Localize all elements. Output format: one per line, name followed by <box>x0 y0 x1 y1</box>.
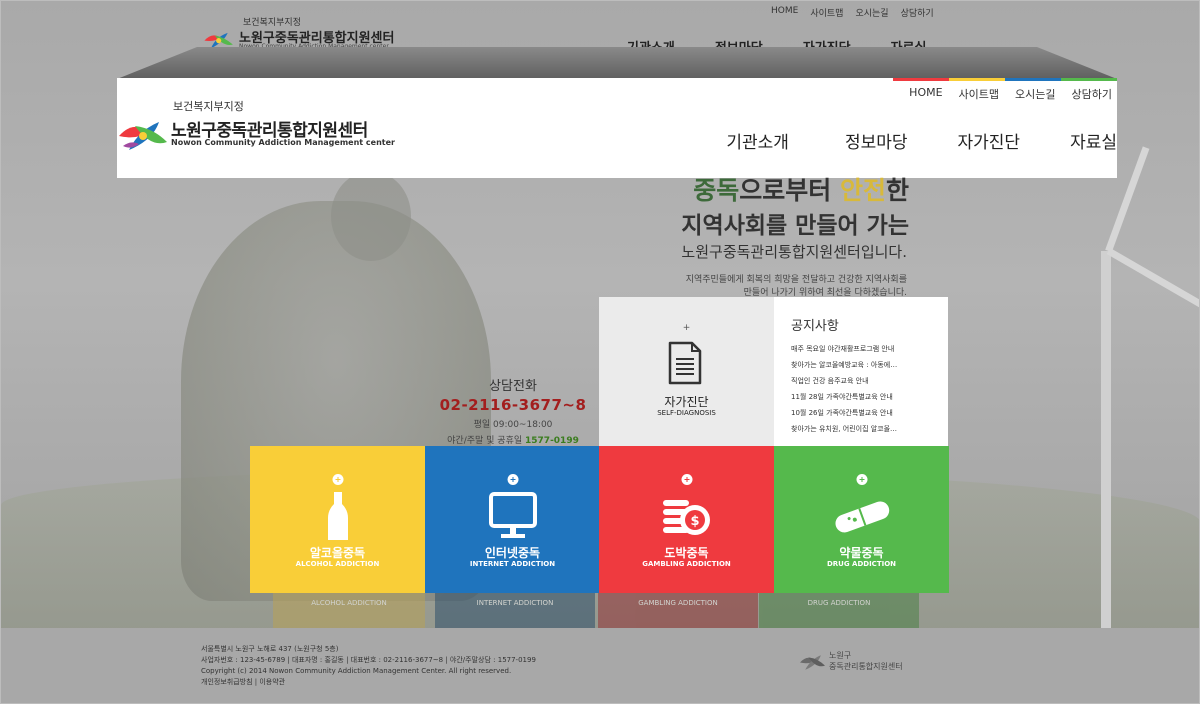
site-logo[interactable]: 보건복지부지정 노원구중독관리통합지원센터 Nowon Community Ad… <box>117 98 417 158</box>
hero-word-safe: 안전 <box>839 176 886 205</box>
bottle-icon <box>327 492 348 540</box>
strip-green <box>1061 78 1117 81</box>
self-diagnosis-tile[interactable]: + 자가진단 SELF-DIAGNOSIS <box>599 297 774 446</box>
counsel-phone-box: 상담전화 02-2116-3677~8 평일 09:00~18:00 야간/주말… <box>431 375 595 446</box>
footer-address: 서울특별시 노원구 노해로 437 (노원구청 5층) <box>201 645 339 653</box>
notice-item[interactable]: 찾아가는 알코올예방교육 : 아동에… <box>791 357 941 373</box>
internet-label-kr: 인터넷중독 <box>484 546 541 560</box>
echo-alcohol: ALCOHOL ADDICTION <box>273 593 425 628</box>
nav-self-diagnosis[interactable]: 자가진단 <box>958 128 1021 153</box>
counsel-hours: 평일 09:00~18:00 <box>473 420 553 430</box>
underlay-logo[interactable]: 보건복지부지정 노원구중독관리통합지원센터 Nowon Community Ad… <box>201 15 394 50</box>
underlay-home-link[interactable]: HOME <box>771 6 798 19</box>
turbine-blade <box>1106 247 1199 315</box>
nav-info[interactable]: 정보마당 <box>845 128 908 153</box>
sitemap-link[interactable]: 사이트맵 <box>959 86 999 102</box>
echo-label: ALCOHOL ADDICTION <box>311 599 387 607</box>
echo-internet: INTERNET ADDICTION <box>435 593 595 628</box>
plus-icon <box>681 474 692 485</box>
site-footer: 서울특별시 노원구 노해로 437 (노원구청 5층) 사업자번호 : 123-… <box>1 628 1199 703</box>
hero-headline-1: 중독으로부터 안전한 <box>693 171 909 207</box>
alcohol-label-kr: 알코올중독 <box>309 546 366 560</box>
hero-text: 한 <box>885 176 909 205</box>
site-header: HOME 사이트맵 오시는길 상담하기 보건복지부지정 노원구중독관리통합지원센… <box>117 78 1117 178</box>
footer-copyright: Copyright (c) 2014 Nowon Community Addic… <box>201 667 512 675</box>
counsel-night-line: 야간/주말 및 공휴일 1577-0199 <box>431 433 595 446</box>
notice-title[interactable]: 공지사항 <box>791 315 839 334</box>
plus-icon <box>507 474 518 485</box>
footer-logo-line2: 중독관리통합지원센터 <box>829 662 903 671</box>
hero-word-addiction: 중독 <box>693 176 740 205</box>
notice-item[interactable]: 매주 목요일 야간재활프로그램 안내 <box>791 341 941 357</box>
hero-description-line: 지역주민들에게 회복의 희망을 전달하고 건강한 지역사회를 <box>685 275 907 285</box>
plus-icon <box>332 474 343 485</box>
coins-icon: $ <box>662 500 710 535</box>
strip-yellow <box>949 78 1005 81</box>
notice-item[interactable]: 11월 28일 가족야간특별교육 안내 <box>791 389 941 405</box>
self-diagnosis-label-kr: 자가진단 <box>664 395 709 409</box>
echo-label: GAMBLING ADDICTION <box>638 599 718 607</box>
notice-item[interactable]: 직업인 건강 음주교육 안내 <box>791 373 941 389</box>
gambling-addiction-tile[interactable]: $ 도박중독 GAMBLING ADDICTION <box>599 446 774 593</box>
notice-list: 매주 목요일 야간재활프로그램 안내 찾아가는 알코올예방교육 : 아동에… 직… <box>791 341 941 437</box>
main-nav: 기관소개 정보마당 자가진단 자료실 <box>726 128 1117 153</box>
plus-icon: + <box>682 323 691 333</box>
notice-item[interactable]: 10월 26일 가족야간특별교육 안내 <box>791 405 941 421</box>
svg-text:$: $ <box>690 514 699 529</box>
notice-board: 공지사항 매주 목요일 야간재활프로그램 안내 찾아가는 알코올예방교육 : 아… <box>774 297 948 446</box>
gov-designation-label: 보건복지부지정 <box>173 100 244 113</box>
internet-addiction-tile[interactable]: 인터넷중독 INTERNET ADDICTION <box>425 446 600 593</box>
counsel-title: 상담전화 <box>489 379 537 394</box>
underlay-directions-link[interactable]: 오시는길 <box>855 6 888 19</box>
directions-link[interactable]: 오시는길 <box>1015 86 1055 102</box>
page: HOME 사이트맵 오시는길 상담하기 보건복지부지정 노원구중독관리통합지원센… <box>0 0 1200 704</box>
underlay-sitemap-link[interactable]: 사이트맵 <box>810 6 843 19</box>
counsel-phone-number: 02-2116-3677~8 <box>439 396 587 414</box>
footer-business-info: 사업자번호 : 123-45-6789 | 대표자명 : 홍길동 | 대표번호 … <box>201 656 536 664</box>
wind-turbine-illustration <box>1101 251 1111 641</box>
logo-mark-icon <box>119 122 167 150</box>
echo-drug: DRUG ADDICTION <box>759 593 919 628</box>
color-strip <box>893 78 1117 81</box>
drug-label-kr: 약물중독 <box>839 546 884 560</box>
monitor-icon <box>488 492 537 538</box>
background-child-illustration <box>331 171 411 261</box>
gambling-label-en: GAMBLING ADDICTION <box>642 560 731 568</box>
center-name-en: Nowon Community Addiction Management cen… <box>171 138 395 147</box>
drug-addiction-tile[interactable]: 약물중독 DRUG ADDICTION <box>774 446 949 593</box>
alcohol-addiction-tile[interactable]: 알코올중독 ALCOHOL ADDICTION <box>250 446 425 593</box>
echo-label: DRUG ADDICTION <box>807 599 871 607</box>
nav-resources[interactable]: 자료실 <box>1070 128 1117 153</box>
night-label: 야간/주말 및 공휴일 <box>447 436 523 446</box>
hero-headline-2: 지역사회를 만들어 가는 <box>681 213 909 239</box>
underlay-counsel-link[interactable]: 상담하기 <box>901 6 934 19</box>
counsel-link[interactable]: 상담하기 <box>1072 86 1112 102</box>
internet-label-en: INTERNET ADDICTION <box>469 560 556 568</box>
footer-logo-line1: 노원구 <box>829 651 852 660</box>
strip-blue <box>1005 78 1061 81</box>
drug-label-en: DRUG ADDICTION <box>826 560 897 568</box>
hero-text: 으로부터 <box>739 176 840 205</box>
hero-headline-3: 노원구중독관리통합지원센터입니다. <box>681 243 907 261</box>
document-icon <box>668 341 702 385</box>
self-diagnosis-label-en: SELF-DIAGNOSIS <box>657 409 716 417</box>
footer-info: 서울특별시 노원구 노해로 437 (노원구청 5층) 사업자번호 : 123-… <box>201 644 536 688</box>
home-link[interactable]: HOME <box>909 86 942 102</box>
alcohol-label-en: ALCOHOL ADDICTION <box>295 560 380 568</box>
echo-gambling: GAMBLING ADDICTION <box>598 593 758 628</box>
gambling-label-kr: 도박중독 <box>664 546 709 560</box>
nav-about[interactable]: 기관소개 <box>726 128 789 153</box>
plus-icon <box>856 474 867 485</box>
logo-mark-icon <box>800 655 825 670</box>
echo-label: INTERNET ADDICTION <box>476 599 554 607</box>
utility-links: HOME 사이트맵 오시는길 상담하기 <box>909 86 1112 102</box>
footer-policy-links[interactable]: 개인정보취급방침 | 이용약관 <box>201 677 536 688</box>
night-phone: 1577-0199 <box>525 436 579 446</box>
strip-red <box>893 78 949 81</box>
notice-item[interactable]: 찾아가는 유치원, 어린이집 알코올… <box>791 421 941 437</box>
header-shadow <box>117 47 1117 79</box>
pill-icon <box>834 501 889 533</box>
underlay-utility-links: HOME 사이트맵 오시는길 상담하기 <box>771 6 934 19</box>
